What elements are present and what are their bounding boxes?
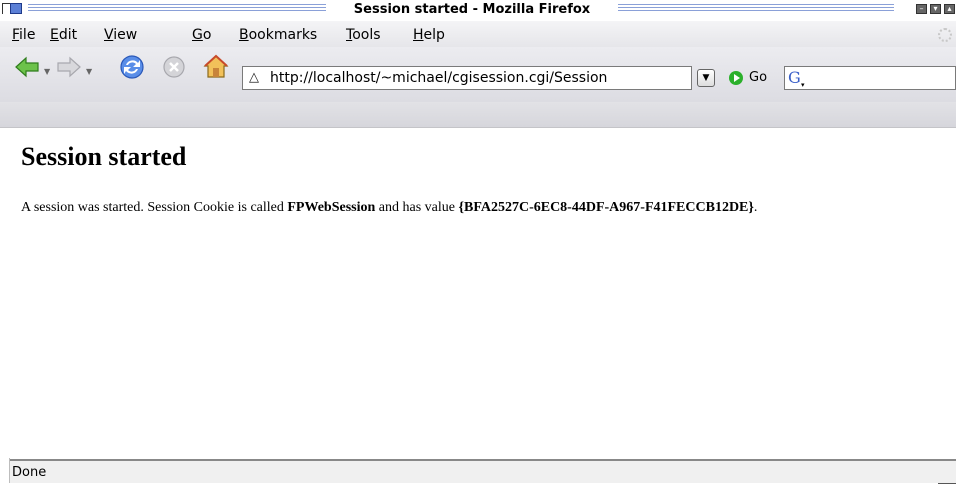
resize-handle[interactable] [938, 483, 956, 484]
minimize-icon[interactable]: – [916, 4, 927, 14]
url-text[interactable]: http://localhost/~michael/cgisession.cgi… [270, 70, 607, 86]
forward-dropdown-icon[interactable]: ▼ [86, 67, 92, 76]
go-label: Go [749, 70, 768, 85]
back-icon[interactable] [14, 55, 40, 79]
throbber-icon [938, 28, 952, 42]
title-stripes-left [28, 4, 326, 13]
go-icon [729, 71, 743, 85]
shade-icon[interactable]: ▾ [930, 4, 941, 14]
search-bar[interactable]: G ▾ [784, 66, 956, 90]
menu-file[interactable]: File [12, 27, 35, 43]
cookie-name: FPWebSession [287, 200, 376, 215]
page-content: Session started A session was started. S… [0, 128, 956, 458]
home-icon[interactable] [202, 53, 230, 79]
search-engine-icon[interactable]: G [788, 68, 801, 87]
menu-bar: File Edit View Go Bookmarks Tools Help [0, 21, 956, 47]
menu-help[interactable]: Help [413, 27, 445, 43]
window-bottom [0, 483, 956, 491]
url-bar[interactable]: △ http://localhost/~michael/cgisession.c… [242, 66, 692, 90]
back-dropdown-icon[interactable]: ▼ [44, 67, 50, 76]
menu-view[interactable]: View [104, 27, 137, 43]
menu-go[interactable]: Go [192, 27, 211, 43]
forward-icon[interactable] [56, 55, 82, 79]
maximize-icon[interactable]: ▴ [944, 4, 955, 14]
session-message: A session was started. Session Cookie is… [21, 200, 758, 215]
page-heading: Session started [21, 142, 187, 171]
bookmarks-toolbar [0, 102, 956, 128]
window-menu-icon[interactable] [10, 3, 22, 14]
site-icon: △ [249, 70, 259, 85]
menu-edit[interactable]: Edit [50, 27, 77, 43]
stop-icon[interactable] [162, 55, 186, 79]
cookie-value: {BFA2527C-6EC8-44DF-A967-F41FECCB12DE} [458, 200, 754, 215]
window-title: Session started - Mozilla Firefox [353, 2, 591, 17]
status-text: Done [12, 465, 47, 480]
menu-bookmarks[interactable]: Bookmarks [239, 27, 317, 43]
url-dropdown-icon[interactable]: ▼ [697, 69, 715, 87]
reload-icon[interactable] [118, 53, 146, 81]
title-bar[interactable]: Session started - Mozilla Firefox – ▾ ▴ [0, 0, 956, 21]
menu-tools[interactable]: Tools [346, 27, 381, 43]
title-stripes-right [618, 4, 894, 13]
status-bar: Done [10, 459, 956, 483]
search-engine-dropdown-icon[interactable]: ▾ [801, 81, 805, 89]
